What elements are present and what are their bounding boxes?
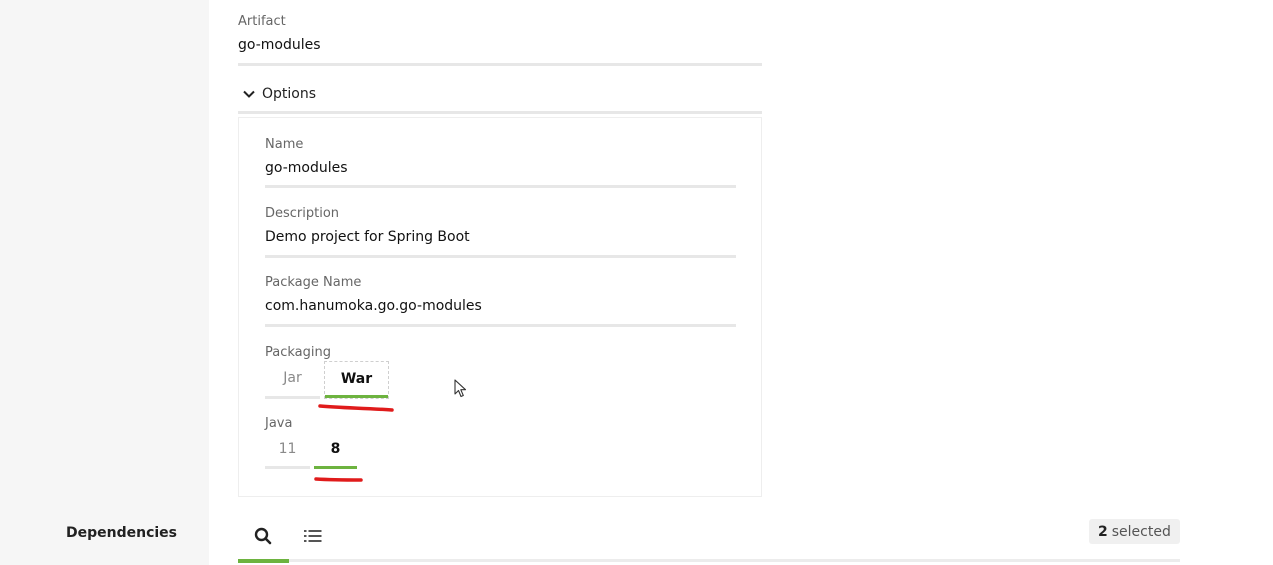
package-name-label: Package Name bbox=[265, 275, 362, 290]
red-annotation-underline-java bbox=[314, 477, 363, 482]
java-label: Java bbox=[265, 416, 293, 431]
packaging-label: Packaging bbox=[265, 345, 331, 360]
artifact-input[interactable]: go-modules bbox=[238, 37, 321, 53]
chevron-down-icon bbox=[243, 90, 255, 98]
description-label: Description bbox=[265, 206, 340, 221]
packaging-option-war-label: War bbox=[340, 371, 373, 387]
tab-list[interactable] bbox=[304, 528, 322, 548]
packaging-option-war-bar bbox=[325, 395, 388, 398]
search-icon bbox=[254, 527, 272, 545]
dependencies-tabs-underline bbox=[238, 559, 1180, 562]
description-underline bbox=[265, 255, 736, 258]
java-option-8[interactable]: 8 bbox=[314, 441, 357, 469]
name-input[interactable]: go-modules bbox=[265, 160, 348, 176]
packaging-option-jar-bar bbox=[265, 396, 320, 399]
java-option-8-label: 8 bbox=[330, 441, 341, 457]
mouse-cursor-icon bbox=[454, 379, 467, 398]
dependencies-tab-active-indicator bbox=[238, 559, 289, 563]
options-divider bbox=[238, 111, 762, 114]
package-name-underline bbox=[265, 324, 736, 327]
description-input[interactable]: Demo project for Spring Boot bbox=[265, 229, 470, 245]
java-option-8-bar bbox=[314, 466, 357, 469]
package-name-input[interactable]: com.hanumoka.go.go-modules bbox=[265, 298, 482, 314]
packaging-option-jar[interactable]: Jar bbox=[265, 370, 320, 399]
java-option-11[interactable]: 11 bbox=[265, 441, 310, 469]
options-toggle[interactable]: Options bbox=[238, 82, 762, 106]
java-option-11-bar bbox=[265, 466, 310, 469]
selected-suffix: selected bbox=[1111, 523, 1171, 540]
selected-count-badge: 2 selected bbox=[1089, 519, 1180, 544]
tab-search[interactable] bbox=[254, 527, 272, 549]
java-option-11-label: 11 bbox=[278, 441, 297, 457]
packaging-option-war[interactable]: War bbox=[324, 361, 389, 399]
list-icon bbox=[304, 530, 322, 542]
selected-count: 2 bbox=[1098, 523, 1108, 540]
packaging-option-jar-label: Jar bbox=[283, 370, 302, 386]
dependencies-label: Dependencies bbox=[66, 525, 178, 541]
options-toggle-label: Options bbox=[262, 86, 317, 102]
artifact-label: Artifact bbox=[238, 14, 286, 29]
name-underline bbox=[265, 185, 736, 188]
name-label: Name bbox=[265, 137, 304, 152]
red-annotation-underline bbox=[318, 404, 394, 412]
artifact-underline bbox=[238, 63, 762, 66]
left-column bbox=[0, 0, 209, 565]
